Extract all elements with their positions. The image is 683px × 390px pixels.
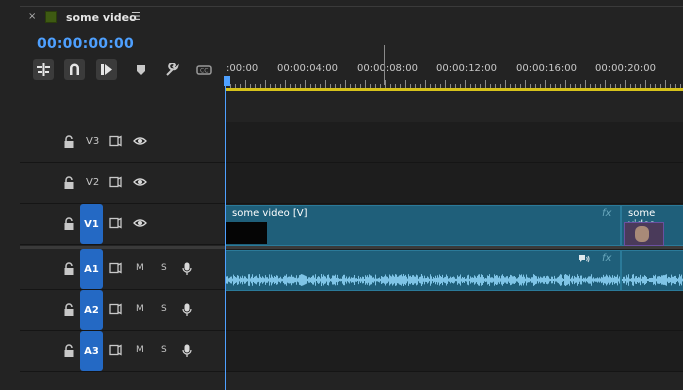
left-panel-edge bbox=[0, 0, 21, 390]
lock-icon[interactable] bbox=[63, 217, 75, 231]
track-lane-v3[interactable] bbox=[225, 122, 683, 163]
track-name[interactable]: V2 bbox=[86, 177, 99, 188]
video-clip[interactable]: some video [V] fx bbox=[225, 205, 621, 246]
track-header-a1: A1 M S bbox=[20, 249, 225, 290]
lock-icon[interactable] bbox=[63, 262, 75, 276]
ruler-marker-line bbox=[384, 45, 385, 85]
sync-lock-icon[interactable] bbox=[109, 176, 122, 188]
track-header-a3: A3 M S bbox=[20, 331, 225, 372]
fx-badge: fx bbox=[602, 208, 612, 219]
sync-lock-icon[interactable] bbox=[109, 303, 122, 315]
speech-icon bbox=[579, 255, 590, 263]
microphone-icon[interactable] bbox=[182, 262, 192, 276]
track-header-v2: V2 bbox=[20, 163, 225, 204]
sync-lock-icon[interactable] bbox=[109, 135, 122, 147]
ruler-ticks bbox=[225, 80, 681, 88]
clip-name: some video [V] bbox=[232, 208, 308, 219]
captions-icon[interactable]: CC bbox=[195, 61, 213, 79]
sequence-color-swatch bbox=[45, 11, 57, 23]
clip-thumbnail bbox=[226, 222, 267, 244]
ruler-label: 00:00:12:00 bbox=[436, 63, 498, 74]
solo-button[interactable]: S bbox=[161, 345, 167, 355]
insert-sequence-icon[interactable] bbox=[33, 59, 54, 80]
ruler-label: 00:00:04:00 bbox=[277, 63, 339, 74]
track-target-a3[interactable]: A3 bbox=[80, 331, 103, 371]
svg-text:CC: CC bbox=[200, 68, 208, 75]
mute-button[interactable]: M bbox=[136, 304, 144, 314]
audio-waveform bbox=[226, 274, 620, 286]
snap-magnet-icon[interactable] bbox=[64, 59, 85, 80]
eye-icon[interactable] bbox=[133, 135, 147, 147]
track-header-v1: V1 bbox=[20, 204, 225, 245]
lock-icon[interactable] bbox=[63, 344, 75, 358]
audio-waveform bbox=[622, 274, 683, 286]
playhead-line[interactable] bbox=[225, 86, 226, 390]
ruler-label: 00:00:20:00 bbox=[595, 63, 657, 74]
playhead-handle[interactable] bbox=[224, 76, 230, 86]
solo-button[interactable]: S bbox=[161, 263, 167, 273]
track-name[interactable]: V3 bbox=[86, 136, 99, 147]
work-area-bar[interactable] bbox=[225, 88, 683, 91]
microphone-icon[interactable] bbox=[182, 303, 192, 317]
audio-clip[interactable] bbox=[621, 250, 683, 291]
linked-selection-icon[interactable] bbox=[96, 59, 117, 80]
audio-clip[interactable]: fx bbox=[225, 250, 621, 291]
fx-badge: fx bbox=[602, 253, 612, 264]
track-lane-a3[interactable] bbox=[225, 331, 683, 372]
eye-icon[interactable] bbox=[133, 217, 147, 229]
ruler-label: :00:00 bbox=[226, 63, 259, 74]
track-target-a2[interactable]: A2 bbox=[80, 290, 103, 330]
track-header-a2: A2 M S bbox=[20, 290, 225, 331]
clip-thumbnail bbox=[624, 222, 664, 246]
track-lane-v2[interactable] bbox=[225, 163, 683, 204]
microphone-icon[interactable] bbox=[182, 344, 192, 358]
solo-button[interactable]: S bbox=[161, 304, 167, 314]
settings-wrench-icon[interactable] bbox=[163, 61, 181, 79]
playhead-timecode[interactable]: 00:00:00:00 bbox=[37, 36, 134, 52]
track-header-mix-partial bbox=[20, 372, 225, 390]
ruler-label: 00:00:08:00 bbox=[357, 63, 419, 74]
video-clip[interactable]: some video bbox=[621, 205, 683, 246]
track-lane-a2[interactable] bbox=[225, 290, 683, 331]
track-target-a1[interactable]: A1 bbox=[80, 249, 103, 289]
sync-lock-icon[interactable] bbox=[109, 262, 122, 274]
track-target-v1[interactable]: V1 bbox=[80, 204, 103, 244]
panel-top-border bbox=[20, 6, 683, 7]
sync-lock-icon[interactable] bbox=[109, 217, 122, 229]
track-header-v3: V3 bbox=[20, 122, 225, 163]
mute-button[interactable]: M bbox=[136, 263, 144, 273]
lock-icon[interactable] bbox=[63, 135, 75, 149]
hamburger-menu-icon[interactable]: ☰ bbox=[131, 10, 141, 23]
sync-lock-icon[interactable] bbox=[109, 344, 122, 356]
lock-icon[interactable] bbox=[63, 303, 75, 317]
tab-close-button[interactable]: × bbox=[28, 11, 36, 22]
eye-icon[interactable] bbox=[133, 176, 147, 188]
mute-button[interactable]: M bbox=[136, 345, 144, 355]
tab-title[interactable]: some video bbox=[66, 11, 137, 24]
lock-icon[interactable] bbox=[63, 176, 75, 190]
ruler-label: 00:00:16:00 bbox=[516, 63, 578, 74]
add-marker-icon[interactable] bbox=[132, 61, 150, 79]
